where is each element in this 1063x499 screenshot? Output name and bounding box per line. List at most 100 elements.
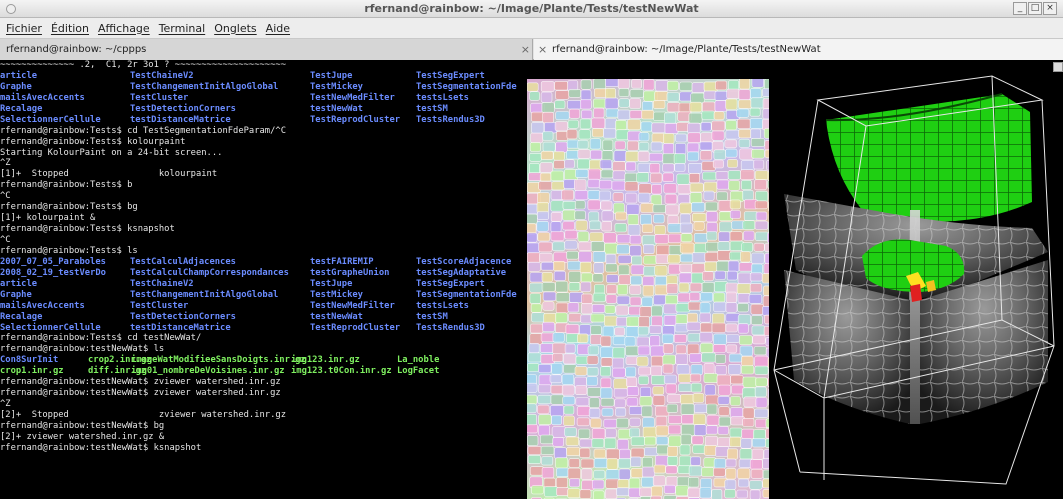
segmented-cell bbox=[730, 374, 744, 385]
ls-entry: testDistanceMatrice bbox=[130, 114, 231, 125]
segmented-cell bbox=[737, 118, 751, 129]
segmented-cell bbox=[742, 376, 757, 388]
segmented-cell bbox=[616, 295, 631, 305]
segmented-cell bbox=[606, 284, 618, 294]
terminal-output[interactable]: ~~~~~~~~~~~~~~ .2, C1, 2r 3o1 ? ~~~~~~~~… bbox=[0, 60, 540, 499]
segmented-cell bbox=[550, 212, 563, 222]
ls-entry: TestSegmentationFde bbox=[416, 289, 517, 300]
ls-entry: diff.inr.gz bbox=[88, 366, 147, 377]
segmented-cell bbox=[662, 363, 674, 374]
segmented-cell bbox=[618, 98, 630, 108]
ls-entry: Recalage bbox=[0, 311, 43, 322]
segmented-cell bbox=[604, 118, 617, 130]
segmented-cell bbox=[613, 378, 628, 390]
segmented-cell bbox=[750, 88, 762, 99]
segmented-cell bbox=[563, 364, 577, 374]
segmented-cell bbox=[665, 204, 680, 216]
ls-row: Con8SurInit crop2.inr.gz imageWatModifieeS… bbox=[0, 355, 540, 366]
segmented-cell bbox=[680, 233, 693, 243]
menu-terminal[interactable]: Terminal bbox=[159, 22, 206, 35]
segmented-cell bbox=[579, 261, 592, 273]
close-button[interactable]: × bbox=[1043, 2, 1057, 15]
segmented-cell bbox=[764, 243, 769, 253]
segmented-cell bbox=[613, 388, 628, 398]
ls-entry: TestScoreAdjacence bbox=[416, 256, 512, 267]
ls-row: crop1.inr.gz diff.inr.gz img01_nombreDeVoi… bbox=[0, 366, 540, 377]
segmented-cell bbox=[617, 79, 630, 90]
segmented-cell bbox=[579, 447, 591, 459]
maximize-button[interactable]: □ bbox=[1028, 2, 1042, 15]
segmented-cell bbox=[637, 162, 652, 173]
tab-cppps[interactable]: rfernand@rainbow: ~/cppps × bbox=[0, 39, 533, 60]
menu-onglets[interactable]: Onglets bbox=[214, 22, 256, 35]
zviewer-3d-render[interactable] bbox=[770, 60, 1063, 499]
segmented-cell bbox=[567, 100, 582, 110]
ls-entry: TestSegExpert bbox=[416, 70, 485, 81]
segmented-cell bbox=[765, 438, 769, 448]
segmented-cell bbox=[725, 291, 738, 304]
segmented-cell bbox=[736, 489, 749, 499]
segmented-cell bbox=[654, 234, 669, 244]
segmented-cell bbox=[654, 265, 668, 276]
ls-row: mailsAvecAccents TestCluster TestNewMedFil… bbox=[0, 93, 540, 104]
segmented-cell bbox=[700, 322, 713, 333]
segmented-cell bbox=[691, 435, 704, 445]
segmented-cell bbox=[666, 102, 681, 113]
segmented-cell bbox=[713, 111, 725, 121]
segmented-cell bbox=[554, 81, 569, 91]
segmented-cell bbox=[736, 108, 750, 118]
command-block-3: rfernand@rainbow:testNewWat$ zviewer wat… bbox=[0, 377, 540, 454]
segmented-cell bbox=[704, 252, 719, 262]
close-tab-icon[interactable]: × bbox=[521, 39, 530, 60]
segmented-cell bbox=[638, 183, 652, 194]
segmented-cell bbox=[742, 189, 754, 201]
segmented-cell bbox=[640, 121, 653, 132]
segmented-cell bbox=[663, 183, 678, 194]
menu-fichier[interactable]: Fichier bbox=[6, 22, 42, 35]
ls-entry: SelectionnerCellule bbox=[0, 114, 101, 125]
segmented-cell bbox=[738, 99, 752, 109]
window-titlebar[interactable]: rfernand@rainbow: ~/Image/Plante/Tests/t… bbox=[0, 0, 1063, 18]
segmented-cell bbox=[651, 375, 666, 385]
segmented-cell bbox=[549, 374, 562, 384]
segmented-cell bbox=[724, 139, 738, 149]
segmented-cell bbox=[527, 445, 542, 455]
ls-row: Recalage TestDetectionCorners testNewWat te… bbox=[0, 312, 540, 323]
segmented-cell bbox=[575, 169, 589, 178]
menu-affichage[interactable]: Affichage bbox=[98, 22, 150, 35]
menu-aide[interactable]: Aide bbox=[266, 22, 290, 35]
segmented-cell bbox=[662, 354, 676, 366]
segmented-cell bbox=[630, 447, 645, 459]
segmented-cell bbox=[580, 458, 595, 469]
segmented-cell bbox=[699, 331, 713, 343]
segmented-cell bbox=[681, 424, 696, 436]
segmented-cell bbox=[693, 233, 708, 243]
segmented-cell bbox=[628, 306, 642, 316]
segmented-cell bbox=[666, 283, 679, 294]
close-tab-icon[interactable]: × bbox=[538, 39, 547, 60]
scrollbar-up-button[interactable] bbox=[1053, 62, 1063, 72]
segmented-cell bbox=[538, 414, 552, 426]
segmented-cell bbox=[564, 427, 577, 437]
ls-entry: testSM bbox=[416, 311, 448, 322]
segmented-cell bbox=[725, 313, 741, 323]
ls-entry: TestDetectionCorners bbox=[130, 311, 236, 322]
segmented-cell bbox=[667, 233, 682, 244]
segmented-cell bbox=[702, 171, 717, 181]
segmented-cell bbox=[586, 376, 598, 386]
menubar: Fichier Édition Affichage Terminal Ongle… bbox=[0, 18, 1063, 39]
segmented-cell bbox=[539, 172, 552, 182]
segmented-cell bbox=[540, 261, 555, 271]
segmented-cell bbox=[615, 305, 629, 316]
segmented-cell bbox=[574, 385, 588, 396]
tab-testnewwat[interactable]: × rfernand@rainbow: ~/Image/Plante/Tests… bbox=[534, 39, 1063, 60]
menu-edition[interactable]: Édition bbox=[51, 22, 89, 35]
segmented-cell bbox=[642, 417, 655, 429]
segmented-cell bbox=[767, 377, 769, 388]
segmented-cell bbox=[630, 436, 645, 446]
terminal-line: Starting KolourPaint on a 24-bit screen.… bbox=[0, 147, 223, 158]
minimize-button[interactable]: _ bbox=[1013, 2, 1027, 15]
segmented-cell bbox=[689, 192, 703, 204]
ls-entry: mailsAvecAccents bbox=[0, 300, 85, 311]
segmented-cell bbox=[718, 406, 730, 416]
